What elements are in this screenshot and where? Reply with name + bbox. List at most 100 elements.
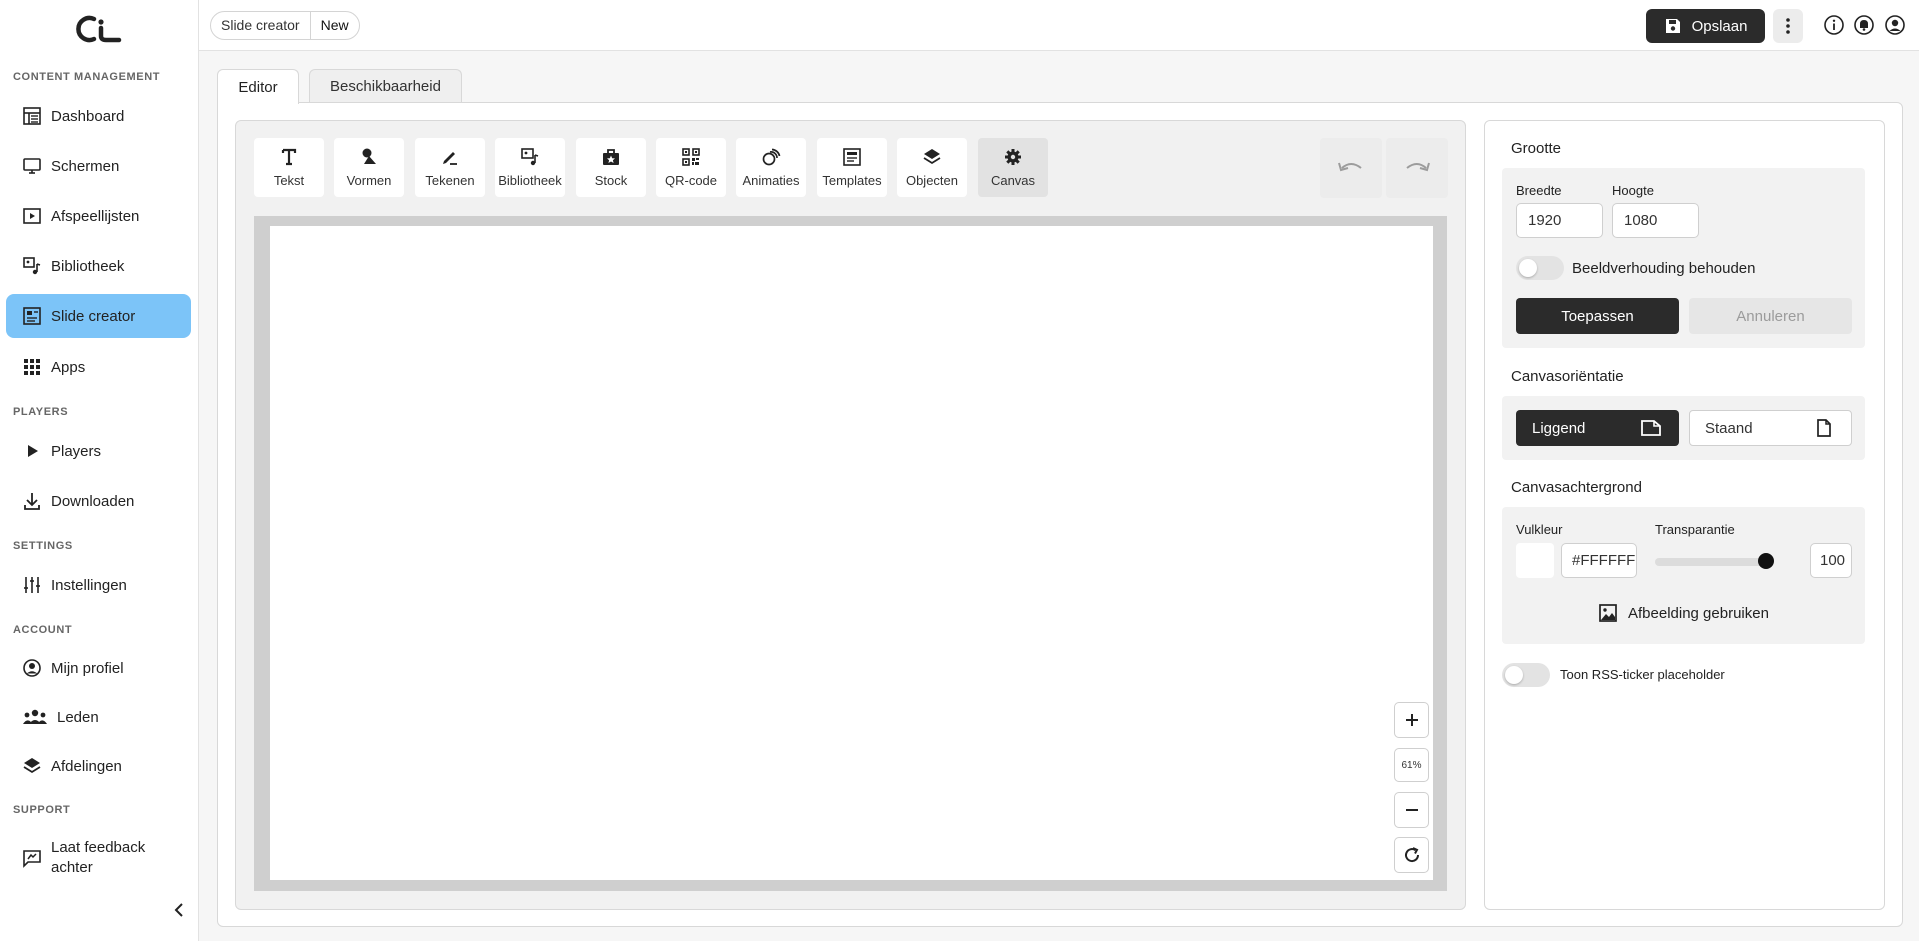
tab-beschikbaarheid[interactable]: Beschikbaarheid: [309, 69, 462, 103]
landscape-button[interactable]: Liggend: [1516, 410, 1679, 446]
user-account-icon[interactable]: [1884, 14, 1906, 36]
library-icon: [22, 256, 42, 276]
redo-button[interactable]: [1386, 138, 1448, 198]
tool-bibliotheek[interactable]: Bibliotheek: [495, 138, 565, 197]
landscape-label: Liggend: [1532, 419, 1586, 437]
tool-animaties[interactable]: Animaties: [736, 138, 806, 197]
redo-icon: [1406, 162, 1430, 172]
playlist-icon: [22, 206, 42, 226]
breadcrumb-slide-creator[interactable]: Slide creator: [211, 12, 310, 39]
save-button[interactable]: Opslaan: [1646, 9, 1765, 43]
sidebar-item-leden[interactable]: Leden: [6, 695, 191, 739]
zoom-out-button[interactable]: [1394, 792, 1429, 828]
monitor-icon: [22, 156, 42, 176]
sidebar-item-feedback[interactable]: Laat feedback achter: [6, 833, 191, 883]
collapse-sidebar-icon[interactable]: [170, 901, 188, 919]
background-title: Canvasachtergrond: [1511, 479, 1642, 496]
width-label: Breedte: [1516, 183, 1562, 198]
profile-icon: [22, 658, 42, 678]
tool-label: Tekenen: [425, 173, 475, 188]
sidebar-item-schermen[interactable]: Schermen: [6, 144, 191, 188]
width-input[interactable]: [1516, 203, 1603, 238]
reset-zoom-button[interactable]: [1394, 837, 1429, 873]
landscape-page-icon: [1641, 420, 1661, 436]
sidebar-item-mijn-profiel[interactable]: Mijn profiel: [6, 646, 191, 690]
section-players: PLAYERS: [13, 406, 69, 418]
shapes-icon: [362, 148, 376, 164]
sidebar-item-bibliotheek[interactable]: Bibliotheek: [6, 244, 191, 288]
tool-label: Canvas: [990, 173, 1036, 188]
portrait-button[interactable]: Staand: [1689, 410, 1852, 446]
text-icon: [281, 148, 297, 166]
sidebar-item-label: Slide creator: [51, 307, 136, 325]
tool-qr-code[interactable]: QR-code: [656, 138, 726, 197]
download-icon: [22, 491, 42, 511]
slide-canvas[interactable]: [270, 226, 1433, 880]
breadcrumb-new: New: [309, 12, 359, 39]
layers-icon: [22, 756, 42, 776]
rss-ticker-toggle[interactable]: [1502, 663, 1550, 687]
info-icon[interactable]: [1823, 14, 1845, 36]
sidebar-item-apps[interactable]: Apps: [6, 345, 191, 389]
dashboard-icon: [22, 106, 42, 126]
sidebar-item-label: Downloaden: [51, 492, 135, 510]
tool-templates[interactable]: Templates: [817, 138, 887, 197]
fill-color-input[interactable]: [1561, 543, 1637, 578]
more-options-button[interactable]: [1773, 9, 1803, 43]
height-input[interactable]: [1612, 203, 1699, 238]
height-label: Hoogte: [1612, 183, 1654, 198]
transparency-slider-track[interactable]: [1655, 558, 1767, 566]
sidebar-item-label: Mijn profiel: [51, 659, 124, 677]
qr-code-icon: [682, 148, 700, 166]
sidebar-item-players[interactable]: Players: [6, 429, 191, 473]
tool-tekst[interactable]: Tekst: [254, 138, 324, 197]
sidebar-item-slide-creator[interactable]: Slide creator: [6, 294, 191, 338]
animation-icon: [762, 148, 781, 166]
tool-label: Stock: [594, 173, 628, 188]
fill-color-swatch[interactable]: [1516, 543, 1554, 578]
tool-label: Bibliotheek: [498, 173, 562, 188]
library-icon: [521, 148, 539, 166]
apply-button[interactable]: Toepassen: [1516, 298, 1679, 334]
play-icon: [22, 441, 42, 461]
section-support: SUPPORT: [13, 804, 71, 816]
tool-vormen[interactable]: Vormen: [334, 138, 404, 197]
sidebar-item-label: Instellingen: [51, 576, 127, 594]
transparency-label: Transparantie: [1655, 522, 1735, 537]
sidebar-item-afspeellijsten[interactable]: Afspeellijsten: [6, 194, 191, 238]
rss-ticker-label: Toon RSS-ticker placeholder: [1560, 667, 1725, 682]
apps-grid-icon: [22, 357, 42, 377]
sliders-icon: [22, 575, 42, 595]
sidebar-item-afdelingen[interactable]: Afdelingen: [6, 744, 191, 788]
tool-tekenen[interactable]: Tekenen: [415, 138, 485, 197]
cancel-button[interactable]: Annuleren: [1689, 298, 1852, 334]
more-vertical-icon: [1786, 18, 1790, 34]
notification-bell-icon[interactable]: [1853, 14, 1875, 36]
tab-editor[interactable]: Editor: [217, 69, 299, 104]
transparency-slider-handle[interactable]: [1758, 553, 1774, 569]
breadcrumb: Slide creator New: [210, 11, 360, 40]
sidebar: CONTENT MANAGEMENT Dashboard Schermen Af…: [0, 0, 199, 941]
use-image-button[interactable]: Afbeelding gebruiken: [1598, 602, 1769, 624]
sidebar-item-dashboard[interactable]: Dashboard: [6, 94, 191, 138]
save-label: Opslaan: [1691, 17, 1748, 35]
image-icon: [1599, 604, 1617, 622]
tool-canvas[interactable]: Canvas: [978, 138, 1048, 197]
tool-label: QR-code: [664, 173, 718, 188]
sidebar-item-instellingen[interactable]: Instellingen: [6, 563, 191, 607]
sidebar-item-label: Laat feedback achter: [51, 839, 146, 876]
tool-objecten[interactable]: Objecten: [897, 138, 967, 197]
transparency-input[interactable]: [1810, 543, 1852, 578]
members-icon: [22, 707, 48, 727]
logo-icon[interactable]: [74, 14, 122, 44]
keep-ratio-toggle[interactable]: [1516, 256, 1564, 280]
sidebar-item-downloaden[interactable]: Downloaden: [6, 479, 191, 523]
tool-label: Tekst: [273, 173, 305, 188]
tool-stock[interactable]: Stock: [576, 138, 646, 197]
sidebar-item-label: Schermen: [51, 157, 120, 175]
undo-button[interactable]: [1320, 138, 1382, 198]
feedback-icon: [22, 848, 42, 868]
plus-icon: [1405, 714, 1418, 726]
zoom-in-button[interactable]: [1394, 702, 1429, 738]
portrait-page-icon: [1817, 419, 1831, 437]
